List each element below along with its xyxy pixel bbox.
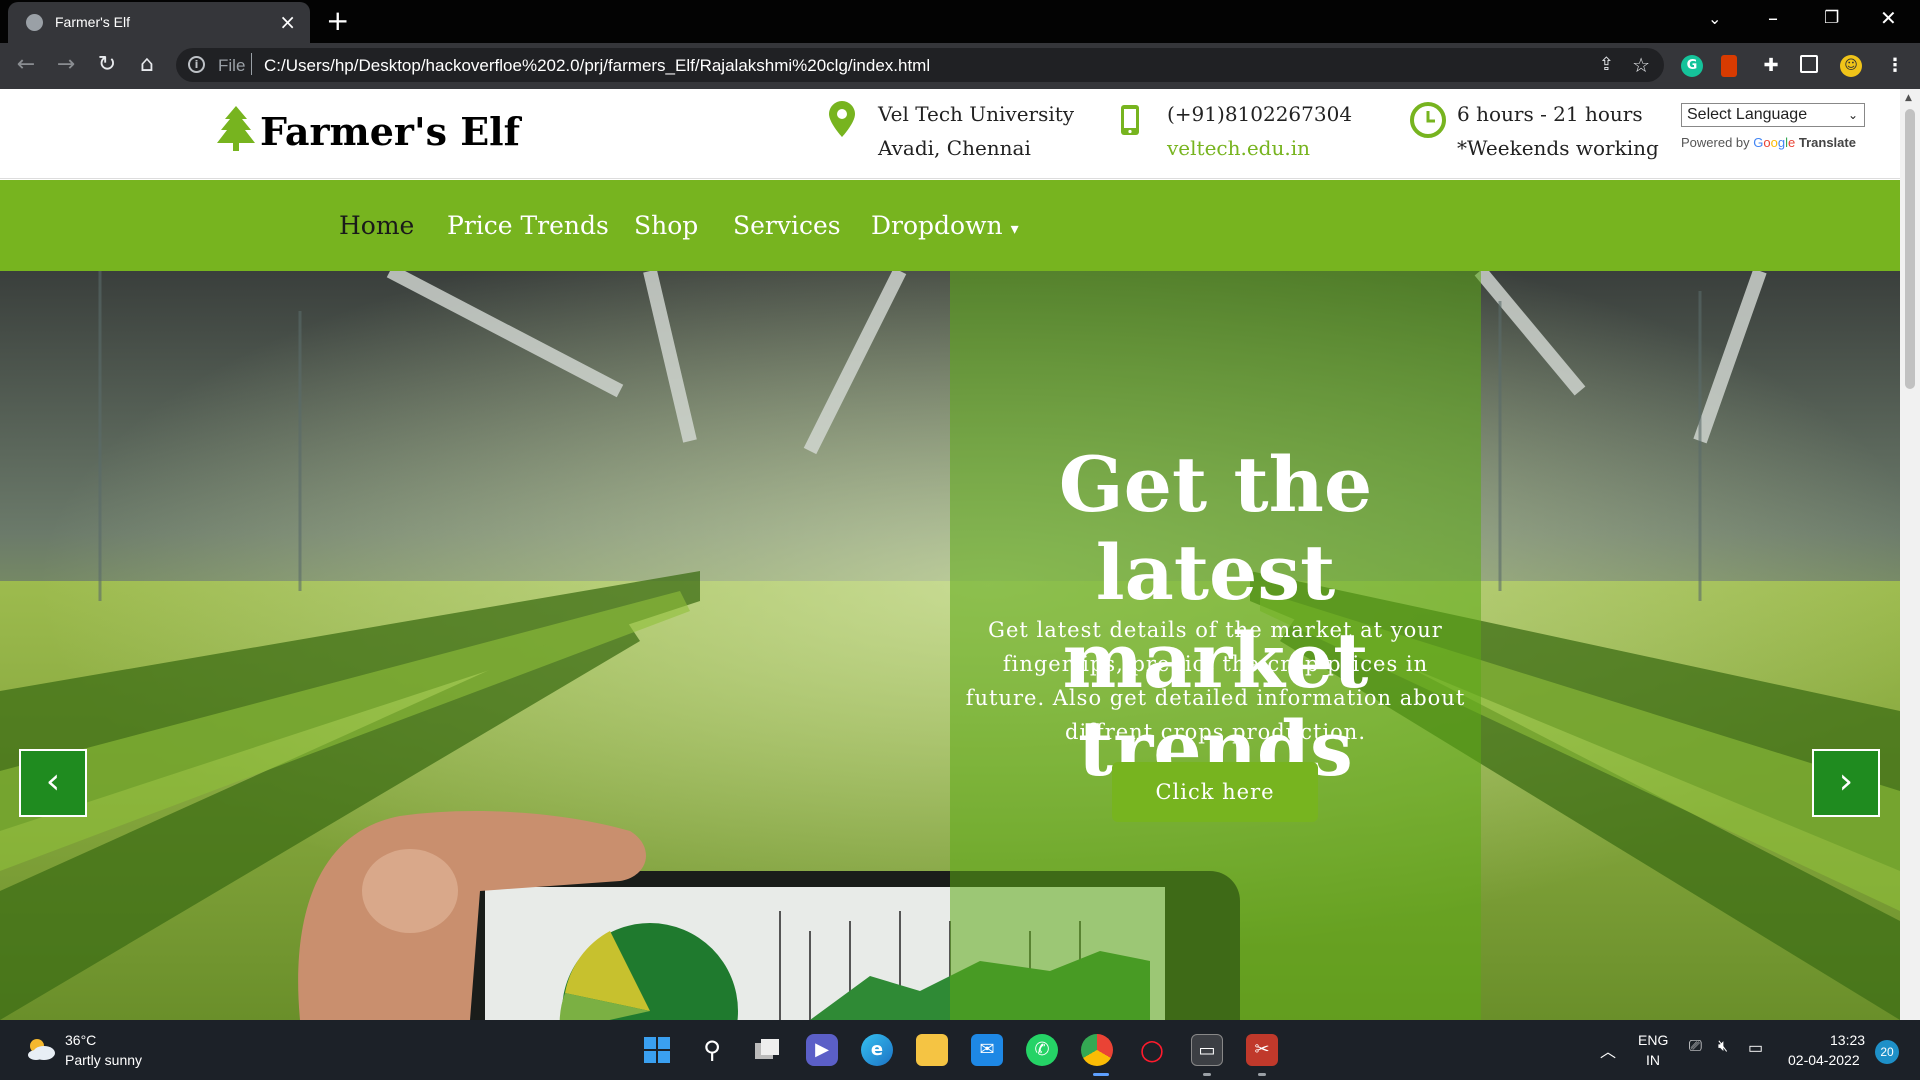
hero-carousel: Get the latest market trends Get latest … [0, 271, 1900, 1020]
browser-menu-icon[interactable]: ⋮ [1884, 55, 1906, 77]
browser-toolbar: ← → ↻ ⌂ i File C:/Users/hp/Desktop/hacko… [0, 43, 1920, 89]
url-scheme: File [218, 56, 246, 75]
windows-start-icon[interactable] [641, 1034, 673, 1066]
working-hours: 6 hours - 21 hours [1457, 102, 1643, 126]
terminal-icon[interactable]: ▭ [1191, 1034, 1223, 1066]
home-button[interactable]: ⌂ [133, 51, 161, 79]
chrome-browser-icon[interactable] [1081, 1034, 1113, 1066]
forward-button[interactable]: → [52, 51, 80, 79]
browser-tab-bar: Farmer's Elf × + ⌄ – ❐ ✕ [0, 0, 1920, 43]
restore-button[interactable]: ❐ [1824, 8, 1839, 28]
address-line2: Avadi, Chennai [878, 136, 1031, 160]
weather-temperature[interactable]: 36°C [65, 1032, 96, 1048]
mail-icon[interactable]: ✉ [971, 1034, 1003, 1066]
nav-services[interactable]: Services [733, 211, 841, 240]
close-window-button[interactable]: ✕ [1880, 6, 1897, 30]
hero-description: Get latest details of the market at your… [965, 618, 1466, 744]
google-logo-text: Google [1753, 135, 1796, 150]
tab-search-icon[interactable]: ⌄ [1708, 9, 1721, 28]
chevron-down-icon: ⌄ [1847, 108, 1858, 122]
new-tab-button[interactable]: + [326, 4, 349, 37]
translate-link[interactable]: Translate [1799, 135, 1856, 150]
chevron-left-icon: ‹ [45, 761, 61, 802]
chevron-right-icon: › [1838, 761, 1854, 802]
globe-icon [26, 14, 43, 31]
weekends-note: *Weekends working [1457, 136, 1659, 160]
carousel-next-button[interactable]: › [1812, 749, 1880, 817]
minimize-button[interactable]: – [1768, 6, 1778, 30]
site-logo-text[interactable]: Farmer's Elf [260, 109, 520, 154]
nav-price-trends[interactable]: Price Trends [447, 211, 609, 240]
url-separator [251, 53, 252, 75]
active-app-indicator [1093, 1073, 1109, 1076]
clock-icon [1410, 102, 1446, 138]
snipping-tool-icon[interactable]: ✂ [1246, 1034, 1278, 1066]
network-icon[interactable]: ⎚ [1689, 1038, 1702, 1056]
nav-dropdown[interactable]: Dropdown ▾ [871, 211, 1019, 240]
teams-chat-icon[interactable]: ▶ [806, 1034, 838, 1066]
nav-dropdown-label: Dropdown [871, 211, 1003, 240]
opera-browser-icon[interactable]: ○ [1136, 1034, 1168, 1066]
address-bar[interactable]: i File C:/Users/hp/Desktop/hackoverfloe%… [176, 48, 1664, 82]
clock-time[interactable]: 13:23 [1830, 1032, 1865, 1048]
scroll-up-arrow-icon[interactable]: ▲ [1905, 93, 1912, 103]
url-text[interactable]: C:/Users/hp/Desktop/hackoverfloe%202.0/p… [264, 56, 930, 76]
hero-title-line1: Get the latest [1058, 440, 1373, 617]
main-nav: Home Price Trends Shop Services Dropdown… [0, 180, 1900, 271]
running-app-indicator [1203, 1073, 1211, 1076]
input-language-line1[interactable]: ENG [1638, 1032, 1668, 1048]
whatsapp-icon[interactable]: ✆ [1026, 1034, 1058, 1066]
caret-down-icon: ▾ [1010, 219, 1019, 238]
input-language-line2[interactable]: IN [1646, 1052, 1660, 1068]
website-link[interactable]: veltech.edu.in [1167, 136, 1310, 160]
page-scrollbar[interactable]: ▲ [1900, 89, 1920, 1020]
running-app-indicator [1258, 1073, 1266, 1076]
click-here-button[interactable]: Click here [1112, 762, 1318, 822]
tab-close-icon[interactable]: × [279, 10, 296, 34]
bookmark-star-icon[interactable]: ☆ [1632, 53, 1650, 77]
nav-shop[interactable]: Shop [634, 211, 698, 240]
powered-by-text: Powered by [1681, 135, 1750, 150]
tree-logo-icon [217, 106, 255, 151]
address-line1: Vel Tech University [878, 102, 1075, 126]
map-pin-icon [829, 101, 855, 137]
partly-sunny-weather-icon[interactable] [26, 1036, 56, 1062]
nav-home[interactable]: Home [339, 211, 414, 240]
language-select[interactable]: Select Language ⌄ [1681, 103, 1865, 127]
language-select-value: Select Language [1687, 106, 1808, 123]
show-hidden-icons-chevron[interactable]: ︿ [1600, 1038, 1616, 1062]
grammarly-extension-icon[interactable]: G [1681, 55, 1703, 77]
task-view-icon[interactable] [751, 1034, 783, 1066]
extensions-puzzle-icon[interactable]: ✚ [1760, 55, 1782, 77]
search-icon[interactable]: ⚲ [696, 1034, 728, 1066]
info-icon[interactable]: i [188, 56, 205, 73]
profile-avatar[interactable]: ☺ [1840, 55, 1862, 77]
site-header: Farmer's Elf Vel Tech University Avadi, … [0, 89, 1900, 179]
notification-count-badge[interactable]: 20 [1875, 1040, 1899, 1064]
side-panel-icon[interactable] [1800, 55, 1818, 73]
carousel-prev-button[interactable]: ‹ [19, 749, 87, 817]
phone-number: (+91)8102267304 [1167, 102, 1353, 126]
windows-taskbar: 36°C Partly sunny ⚲ ▶ e ✉ ✆ ○ ▭ ✂ ︿ ENG … [0, 1020, 1920, 1080]
tab-title: Farmer's Elf [55, 14, 131, 30]
battery-icon[interactable]: ▭ [1748, 1038, 1763, 1058]
scrollbar-thumb[interactable] [1905, 109, 1915, 389]
volume-muted-icon[interactable]: 🔇︎ [1718, 1038, 1728, 1056]
google-translate-attribution: Powered by Google Translate [1681, 135, 1856, 150]
edge-browser-icon[interactable]: e [861, 1034, 893, 1066]
browser-tab[interactable]: Farmer's Elf × [8, 2, 310, 43]
office-extension-icon[interactable] [1721, 55, 1737, 77]
page-viewport: Farmer's Elf Vel Tech University Avadi, … [0, 89, 1900, 1020]
weather-description[interactable]: Partly sunny [65, 1052, 142, 1068]
reload-button[interactable]: ↻ [93, 51, 121, 79]
share-icon[interactable]: ⇪ [1599, 54, 1614, 75]
clock-date[interactable]: 02-04-2022 [1788, 1052, 1860, 1068]
back-button[interactable]: ← [12, 51, 40, 79]
file-explorer-icon[interactable] [916, 1034, 948, 1066]
mobile-phone-icon [1121, 105, 1139, 135]
